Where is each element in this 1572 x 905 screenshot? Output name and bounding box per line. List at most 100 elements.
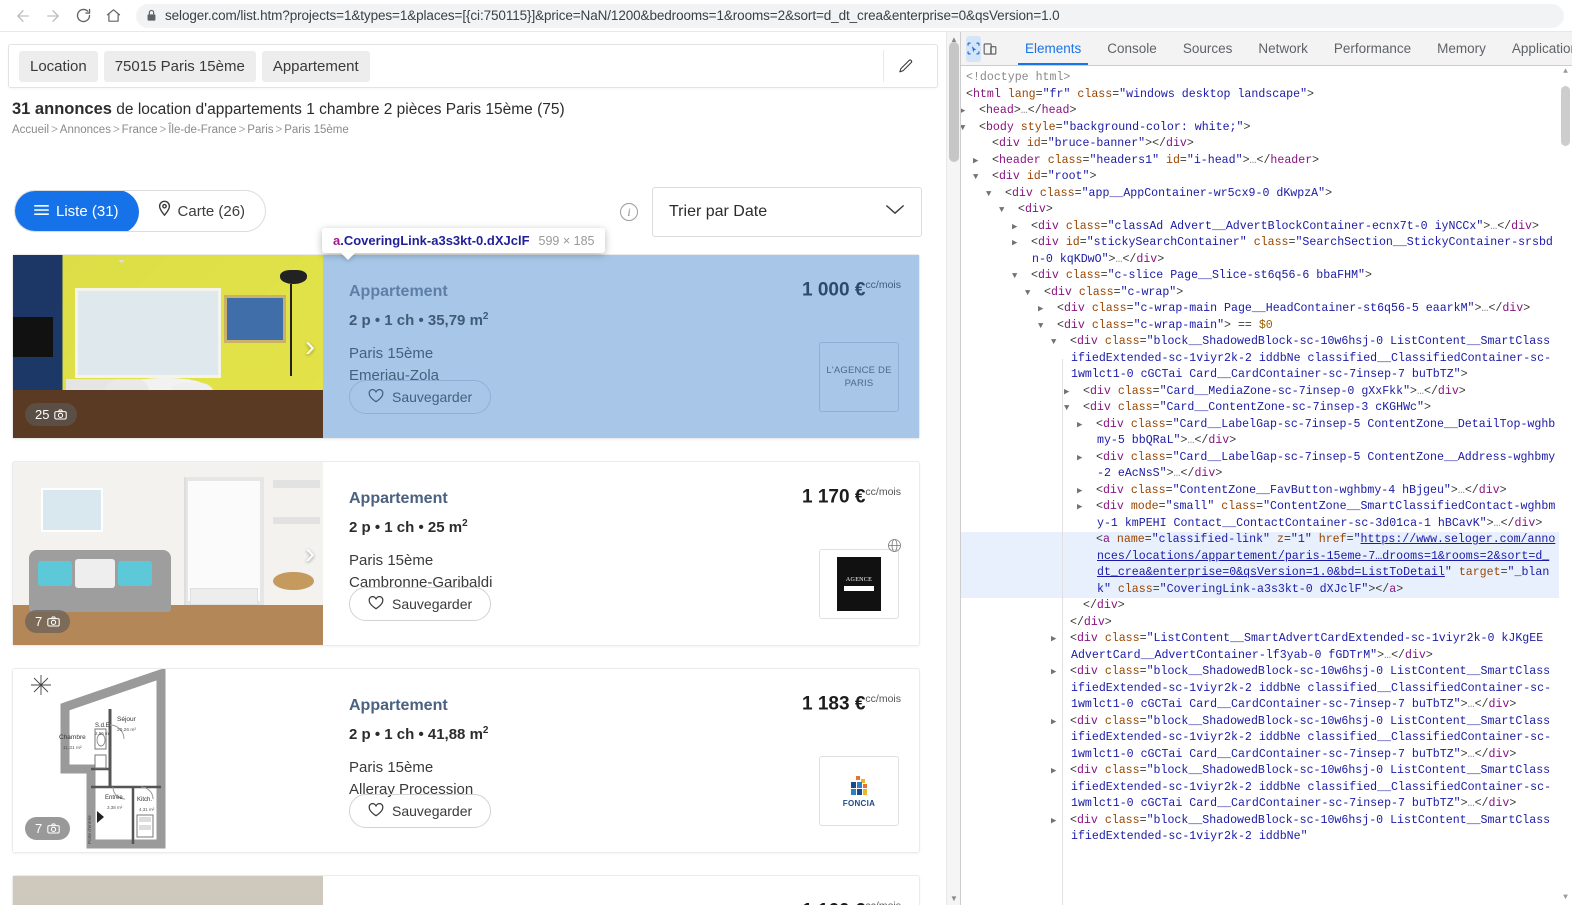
photo-next-arrow[interactable]: › (305, 538, 315, 569)
dom-tree-line[interactable]: ▼ <div class="Card__ContentZone-sc-7insep… (961, 400, 1572, 417)
save-listing-button[interactable]: Sauvegarder (349, 587, 492, 621)
listing-card[interactable]: 25 › Appartement 2 p • 1 ch • 35,79 m2 P… (12, 254, 920, 439)
scroll-down-arrow[interactable]: ▼ (947, 891, 961, 905)
dom-tree-line[interactable]: ▶ <div class="Card__LabelGap-sc-7insep-5 … (961, 450, 1572, 483)
home-button[interactable] (98, 1, 128, 31)
dom-tree-line[interactable]: ▶ <div class="ListContent__SmartAdvertCar… (961, 631, 1572, 664)
inspect-element-icon[interactable] (966, 35, 981, 62)
listing-photo[interactable] (13, 876, 323, 905)
listing-card[interactable]: Appartement 1 160 €cc/mois (12, 875, 920, 905)
expand-triangle-icon[interactable]: ▶ (1012, 235, 1031, 252)
save-listing-button[interactable]: Sauvegarder (349, 794, 492, 828)
listing-card[interactable]: Chambre 11,31 m² S.d.E 2,86 m² Séjour 20… (12, 668, 920, 853)
listing-floorplan[interactable]: Chambre 11,31 m² S.d.E 2,86 m² Séjour 20… (13, 669, 323, 852)
listing-photo[interactable]: 25 › (13, 255, 323, 438)
filter-pill-transaction[interactable]: Location (19, 50, 98, 82)
collapse-triangle-icon[interactable]: ▼ (999, 202, 1018, 219)
filter-pill-property-type[interactable]: Appartement (261, 50, 370, 82)
sort-select[interactable]: Trier par Date (652, 187, 922, 237)
breadcrumb-item[interactable]: Paris (247, 124, 273, 136)
info-icon[interactable]: i (620, 203, 638, 221)
collapse-triangle-icon[interactable]: ▼ (973, 169, 992, 186)
dom-tree-line[interactable]: ▶ <div class="classAd Advert__AdvertBlock… (961, 219, 1572, 236)
expand-triangle-icon[interactable]: ▶ (1064, 384, 1083, 401)
photo-next-arrow[interactable]: › (305, 331, 315, 362)
save-listing-button[interactable]: Sauvegarder (349, 380, 492, 414)
dom-tree-line[interactable]: ▼ <div id="root"> (961, 169, 1572, 186)
agency-logo[interactable]: AGENCE (819, 539, 901, 619)
breadcrumb-item[interactable]: Île-de-France (168, 124, 236, 136)
dom-tree-line[interactable]: ▶ <div mode="small" class="ContentZone__S… (961, 499, 1572, 532)
tab-list-view[interactable]: Liste (31) (15, 191, 139, 231)
dom-tree-line[interactable]: ▶ <div class="block__ShadowedBlock-sc-10w… (961, 763, 1572, 813)
dom-tree-line[interactable]: </div> (961, 615, 1572, 632)
dom-tree[interactable]: <!doctype html> <html lang="fr" class="wi… (961, 66, 1572, 905)
devtools-scrollbar[interactable]: ▲ ▼ (1559, 66, 1572, 905)
device-toolbar-icon[interactable] (983, 36, 997, 62)
forward-button[interactable] (38, 1, 68, 31)
page-scrollbar[interactable]: ▲ ▼ (946, 32, 960, 905)
collapse-triangle-icon[interactable]: ▼ (1064, 400, 1083, 417)
agency-logo[interactable]: FONCIA (819, 756, 899, 826)
dom-tree-line[interactable]: <!doctype html> (961, 70, 1572, 87)
dom-tree-line[interactable]: ▶ <div class="block__ShadowedBlock-sc-10w… (961, 714, 1572, 764)
expand-triangle-icon[interactable]: ▶ (1077, 450, 1096, 467)
tab-performance[interactable]: Performance (1321, 32, 1424, 65)
dom-tree-line[interactable]: </div> (961, 598, 1572, 615)
tab-network[interactable]: Network (1245, 32, 1321, 65)
dom-tree-line[interactable]: ▶ <div id="stickySearchContainer" class="… (961, 235, 1572, 268)
collapse-triangle-icon[interactable]: ▼ (961, 120, 979, 137)
collapse-triangle-icon[interactable]: ▼ (986, 186, 1005, 203)
dom-tree-line[interactable]: <a name="classified-link" z="1" href="ht… (961, 532, 1572, 598)
devtools-scroll-down[interactable]: ▼ (1559, 892, 1572, 905)
dom-tree-line[interactable]: ▶ <div class="c-wrap-main Page__HeadConta… (961, 301, 1572, 318)
page-scroll-thumb[interactable] (949, 42, 959, 162)
dom-tree-line[interactable]: ▼ <div> (961, 202, 1572, 219)
dom-tree-line[interactable]: ▼<body style="background-color: white;"> (961, 120, 1572, 137)
dom-tree-line[interactable]: …▼<div class="c-wrap-main"> == $0 (961, 318, 1572, 335)
dom-tree-line[interactable]: ▶ <div class="block__ShadowedBlock-sc-10w… (961, 813, 1572, 846)
devtools-scroll-up[interactable]: ▲ (1559, 66, 1572, 79)
expand-triangle-icon[interactable]: ▶ (1077, 483, 1096, 500)
breadcrumb-item[interactable]: France (122, 124, 158, 136)
tab-map-view[interactable]: Carte (26) (138, 191, 266, 231)
collapse-triangle-icon[interactable]: ▼ (1025, 285, 1044, 302)
address-bar[interactable]: seloger.com/list.htm?projects=1&types=1&… (136, 3, 1564, 28)
tab-sources[interactable]: Sources (1170, 32, 1246, 65)
dom-tree-line[interactable]: ▶ <div class="Card__MediaZone-sc-7insep-0… (961, 384, 1572, 401)
devtools-scroll-thumb[interactable] (1561, 86, 1570, 146)
breadcrumb-item[interactable]: Paris 15ème (284, 124, 349, 136)
expand-triangle-icon[interactable]: ▶ (1077, 417, 1096, 434)
expand-triangle-icon[interactable]: ▶ (1077, 499, 1096, 516)
tab-memory[interactable]: Memory (1424, 32, 1499, 65)
collapse-triangle-icon[interactable]: ▼ (1051, 334, 1070, 351)
dom-tree-line[interactable]: ▼ <div class="app__AppContainer-wr5cx9-0 … (961, 186, 1572, 203)
dom-tree-line[interactable]: ▶ <div class="ContentZone__FavButton-wghb… (961, 483, 1572, 500)
expand-triangle-icon[interactable]: ▶ (1012, 219, 1031, 236)
filter-pill-location[interactable]: 75015 Paris 15ème (103, 50, 256, 82)
agency-logo[interactable]: L'AGENCE DE PARIS (819, 342, 899, 412)
reload-button[interactable] (68, 1, 98, 31)
dom-tree-line[interactable]: ▼ <div class="c-slice Page__Slice-st6q56-… (961, 268, 1572, 285)
dom-tree-line[interactable]: ▶<head>…</head> (961, 103, 1572, 120)
collapse-triangle-icon[interactable]: ▼ (1012, 268, 1031, 285)
edit-search-button[interactable] (883, 50, 927, 82)
expand-triangle-icon[interactable]: ▶ (973, 153, 992, 170)
tab-elements[interactable]: Elements (1012, 32, 1094, 65)
tab-application[interactable]: Application (1499, 32, 1572, 65)
breadcrumb-item[interactable]: Annonces (60, 124, 111, 136)
dom-tree-line[interactable]: <html lang="fr" class="windows desktop l… (961, 87, 1572, 104)
search-filter-bar[interactable]: Location 75015 Paris 15ème Appartement (8, 44, 938, 88)
listing-card[interactable]: 7 › Appartement 2 p • 1 ch • 25 m2 Paris… (12, 461, 920, 646)
listing-photo[interactable]: 7 › (13, 462, 323, 645)
tab-console[interactable]: Console (1094, 32, 1170, 65)
dom-tree-line[interactable]: ▶ <div class="block__ShadowedBlock-sc-10w… (961, 664, 1572, 714)
collapse-triangle-icon[interactable]: ▼ (1038, 318, 1057, 335)
back-button[interactable] (8, 1, 38, 31)
dom-tree-line[interactable]: ▼ <div class="block__ShadowedBlock-sc-10w… (961, 334, 1572, 384)
breadcrumb-item[interactable]: Accueil (12, 124, 49, 136)
dom-tree-line[interactable]: ▶ <header class="headers1" id="i-head">…<… (961, 153, 1572, 170)
dom-tree-line[interactable]: ▼ <div class="c-wrap"> (961, 285, 1572, 302)
dom-tree-line[interactable]: <div id="bruce-banner"></div> (961, 136, 1572, 153)
expand-triangle-icon[interactable]: ▶ (961, 103, 979, 120)
